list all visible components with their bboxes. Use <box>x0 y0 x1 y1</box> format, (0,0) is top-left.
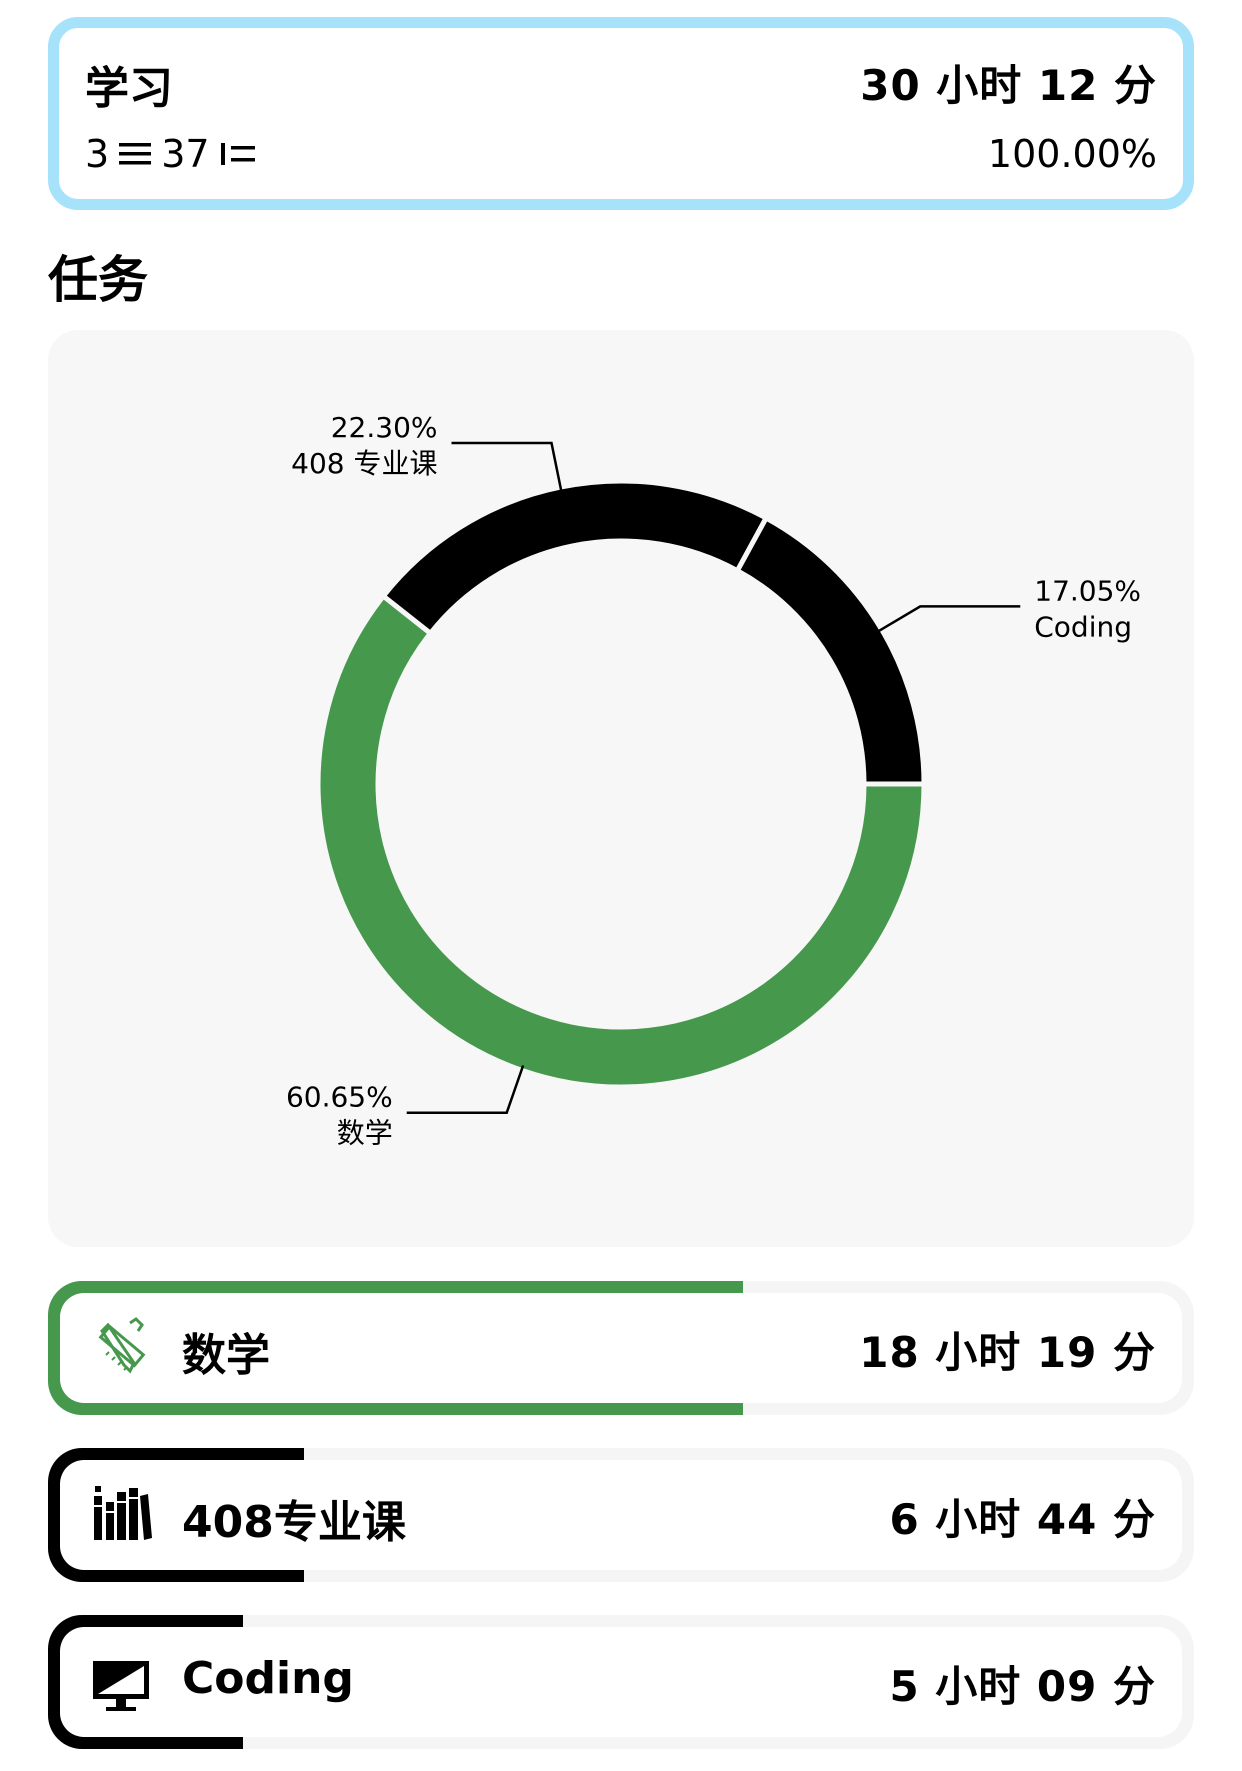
slice-name-label: 数学 <box>337 1117 393 1150</box>
total-time: 30 小时 12 分 <box>860 61 1157 110</box>
donut-chart: 60.65%数学 22.30%408 专业课 17.05%Coding <box>286 411 1141 1150</box>
task-count: 3 <box>85 132 110 176</box>
monitor-icon <box>93 1661 149 1711</box>
list-icon <box>119 143 152 165</box>
slice-name-label: 408 专业课 <box>291 447 437 480</box>
donut-chart-card: 60.65% 数学 22.30% 408 专业课 17.05% Coding <box>48 330 1194 1247</box>
leader-line <box>876 605 1021 633</box>
records-icon <box>220 143 255 165</box>
task-time: 6 小时 44 分 <box>889 1495 1156 1544</box>
task-row-math[interactable]: 数学 18 小时 19 分 <box>48 1281 1194 1415</box>
task-time: 18 小时 19 分 <box>859 1328 1156 1377</box>
leader-line <box>406 1065 525 1114</box>
task-row-coding[interactable]: Coding 5 小时 09 分 <box>48 1615 1194 1749</box>
section-title: 任务 <box>48 251 148 309</box>
counts-row: 3 37 <box>85 132 266 176</box>
task-name: 数学 <box>182 1330 270 1381</box>
donut-slice <box>379 478 770 637</box>
total-percent: 100.00% <box>987 132 1157 176</box>
slice-percent-label: 22.30% <box>331 411 438 444</box>
books-icon <box>94 1486 152 1540</box>
slice-percent-label: 60.65% <box>286 1081 393 1114</box>
ruler-pencil-icon <box>98 1317 146 1374</box>
task-name: Coding <box>182 1653 354 1704</box>
slice-name-label: Coding <box>1034 610 1132 643</box>
task-time: 5 小时 09 分 <box>889 1662 1156 1711</box>
donut-slice <box>734 514 927 787</box>
task-row-408[interactable]: 408专业课 6 小时 44 分 <box>48 1448 1194 1582</box>
category-title: 学习 <box>85 63 173 114</box>
task-name: 408专业课 <box>182 1497 406 1548</box>
slice-percent-label: 17.05% <box>1034 574 1141 607</box>
record-count: 37 <box>161 132 210 176</box>
summary-card[interactable]: 学习 30 小时 12 分 3 37 100.00% <box>48 17 1194 210</box>
leader-line <box>451 441 563 493</box>
